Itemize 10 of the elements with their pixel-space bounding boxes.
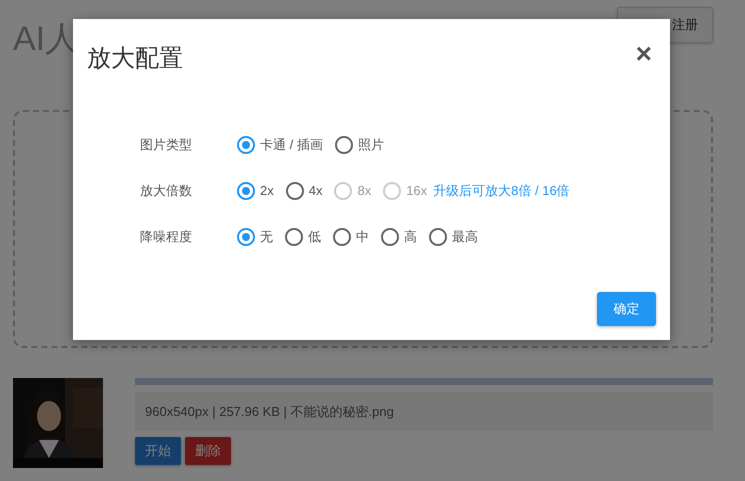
radio-option[interactable]: 照片: [334, 136, 384, 154]
option-label: 图片类型: [140, 136, 193, 154]
option-label: 降噪程度: [140, 228, 193, 246]
close-button[interactable]: ×: [632, 38, 656, 70]
radio-option[interactable]: 最高: [429, 228, 478, 246]
file-info: 960x540px | 257.96 KB | 不能说的秘密.png: [145, 402, 394, 420]
radio-option[interactable]: 2x: [237, 182, 274, 200]
option-label: 放大倍数: [140, 182, 193, 200]
radio-option[interactable]: 卡通 / 插画: [237, 136, 323, 154]
dialog-title: 放大配置: [87, 44, 183, 74]
